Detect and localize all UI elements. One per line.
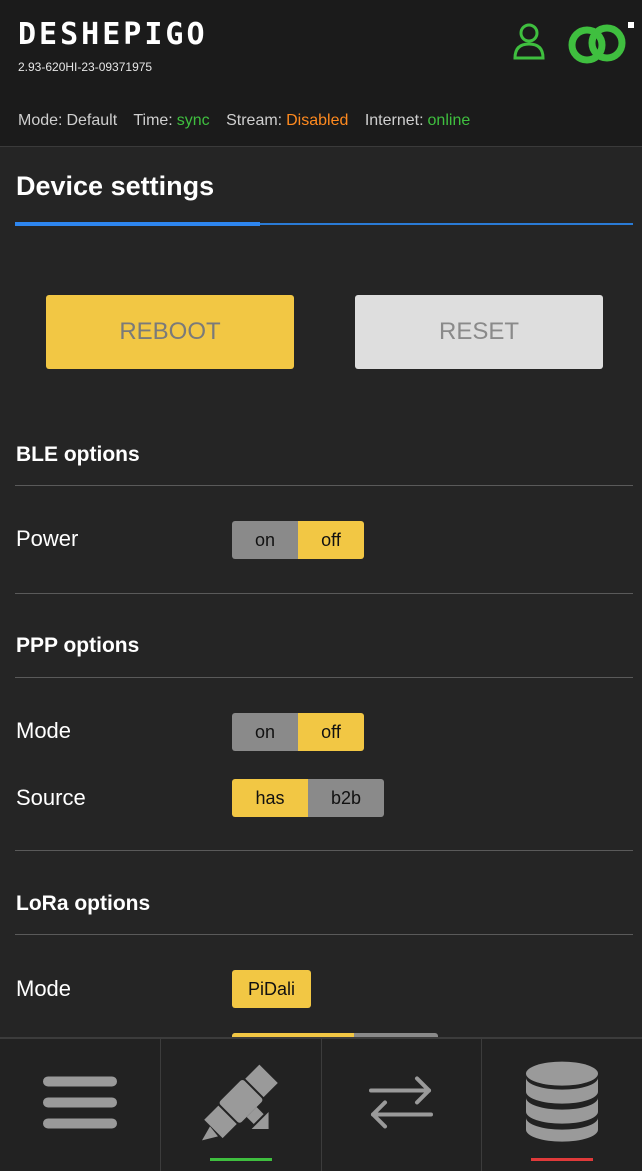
section-divider — [15, 850, 633, 851]
nav-database[interactable] — [482, 1039, 642, 1171]
database-icon — [526, 1061, 599, 1142]
ble-divider — [15, 485, 633, 486]
settings-content[interactable]: Device settings REBOOT RESET BLE options… — [0, 147, 642, 1037]
ppp-mode-on-option[interactable]: on — [232, 713, 298, 751]
ppp-options-title: PPP options — [16, 634, 140, 657]
status-mode-value: Default — [66, 112, 118, 129]
ppp-source-has-option[interactable]: has — [232, 779, 308, 817]
status-bar: Mode: Default Time: sync Stream: Disabled I… — [18, 112, 482, 130]
status-stream-value: Disabled — [286, 112, 349, 129]
status-time-value: sync — [176, 112, 210, 129]
reboot-button[interactable]: REBOOT — [46, 295, 294, 369]
ppp-mode-label: Mode — [16, 718, 72, 743]
status-mode-label: Mode: — [18, 112, 63, 129]
lora-mode-chip[interactable]: PiDali — [232, 970, 312, 1008]
nav-alert-indicator — [531, 1158, 594, 1161]
ppp-source-b2b-option[interactable]: b2b — [308, 779, 384, 817]
lora-options-title: LoRa options — [16, 892, 151, 915]
ble-options-title: BLE options — [16, 443, 140, 466]
ble-power-toggle[interactable]: on off — [232, 521, 364, 559]
transfer-arrows-icon — [369, 1076, 434, 1129]
status-time-label: Time: — [133, 112, 173, 129]
brand-logo: DESHEPIGO — [18, 17, 208, 52]
user-icon[interactable] — [512, 22, 546, 60]
title-active-indicator — [15, 222, 260, 226]
device-serial: 2.93-620HI-23-09371975 — [18, 60, 153, 74]
ppp-mode-toggle[interactable]: on off — [232, 713, 364, 751]
ble-power-label: Power — [16, 526, 79, 551]
lora-divider — [15, 934, 633, 935]
nav-active-indicator — [209, 1158, 272, 1161]
nav-menu[interactable] — [0, 1039, 161, 1171]
app-header: DESHEPIGO 2.93-620HI-23-09371975 Mode: De… — [0, 0, 642, 147]
nav-satellite[interactable] — [161, 1039, 322, 1171]
ppp-mode-off-option[interactable]: off — [298, 713, 364, 751]
status-internet-value: online — [427, 112, 471, 129]
lora-mode-label: Mode — [16, 976, 72, 1001]
ppp-source-toggle[interactable]: has b2b — [232, 779, 384, 817]
bottom-nav — [0, 1037, 642, 1171]
ble-power-on-option[interactable]: on — [232, 521, 298, 559]
nav-transfer[interactable] — [322, 1039, 483, 1171]
status-stream-label: Stream: — [226, 112, 283, 129]
section-divider — [15, 593, 633, 594]
ppp-divider — [15, 677, 633, 678]
ppp-source-label: Source — [16, 785, 86, 810]
link-icon[interactable] — [568, 18, 636, 70]
satellite-icon — [201, 1064, 278, 1141]
menu-icon — [42, 1076, 117, 1129]
ble-power-off-option[interactable]: off — [298, 521, 364, 559]
reset-button[interactable]: RESET — [355, 295, 603, 369]
status-internet-label: Internet: — [364, 112, 424, 129]
page-title: Device settings — [16, 171, 215, 201]
